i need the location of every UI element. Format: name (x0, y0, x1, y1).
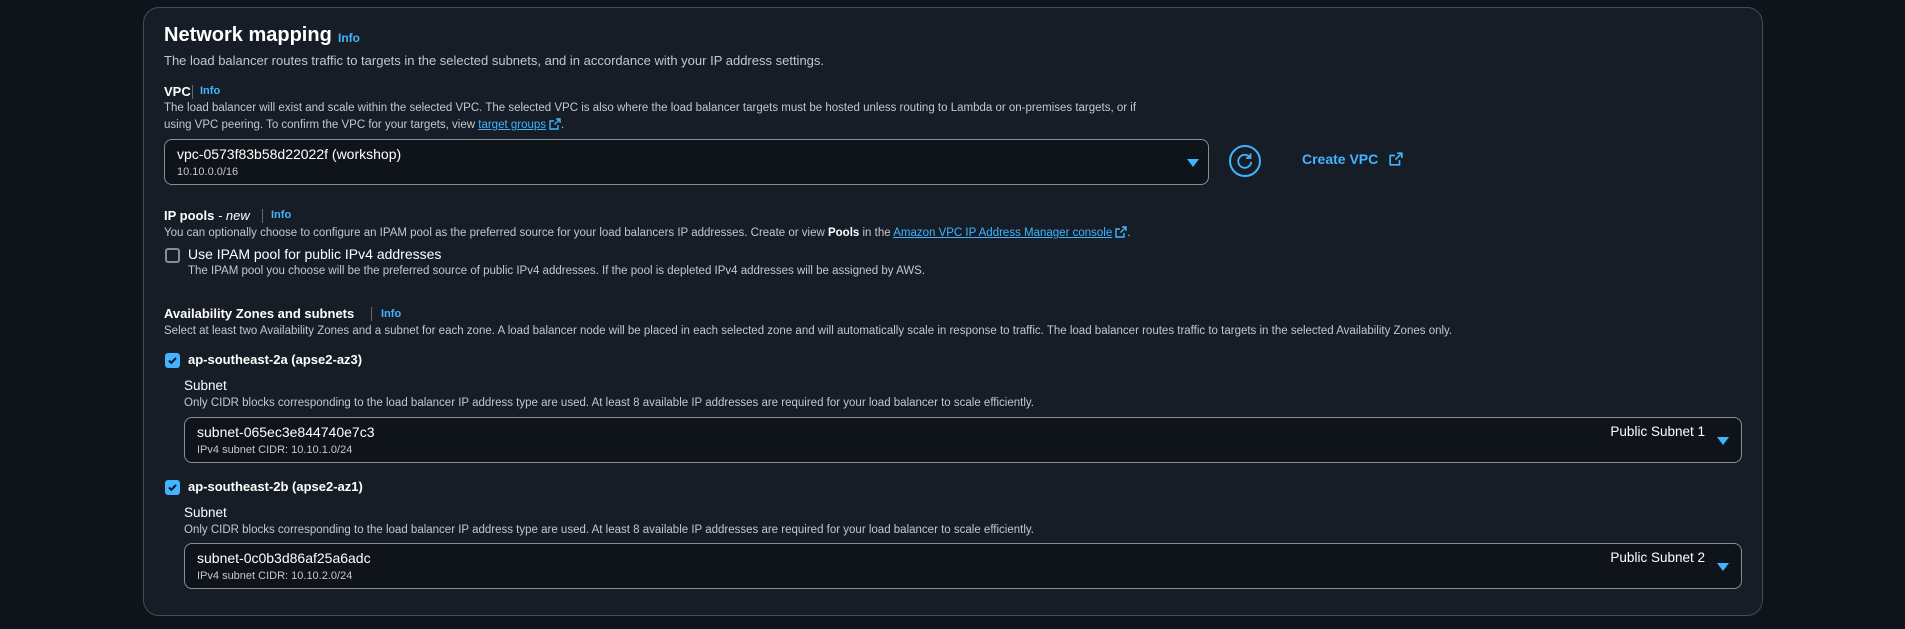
az-name-zone-1[interactable]: ap-southeast-2a (apse2-az3) (188, 352, 362, 367)
ip-pools-label-divider (262, 209, 263, 223)
chevron-down-icon (1717, 563, 1729, 571)
ipam-pool-checkbox[interactable] (165, 248, 180, 263)
chevron-down-icon (1187, 159, 1199, 167)
vpc-selected-cidr: 10.10.0.0/16 (177, 166, 239, 178)
az-name-zone-2[interactable]: ap-southeast-2b (apse2-az1) (188, 479, 363, 494)
subnet-name-zone-1: Public Subnet 1 (1610, 424, 1705, 439)
az-label: Availability Zones and subnets (164, 306, 355, 321)
vpc-label-divider (192, 85, 193, 99)
subnet-description-zone-1: Only CIDR blocks corresponding to the lo… (184, 397, 1034, 409)
subnet-description-zone-2: Only CIDR blocks corresponding to the lo… (184, 524, 1034, 536)
az-info-link[interactable]: Info (381, 308, 401, 320)
vpc-description-line-2: using VPC peering. To confirm the VPC fo… (164, 118, 564, 131)
vpc-label: VPC (164, 84, 191, 99)
ip-pools-description: You can optionally choose to configure a… (164, 226, 1130, 239)
section-description: The load balancer routes traffic to targ… (164, 53, 825, 68)
az-checkbox-zone-1[interactable] (165, 353, 180, 368)
ip-pools-label: IP pools - new (164, 208, 250, 223)
external-link-icon (1115, 226, 1127, 238)
vpc-selected-value: vpc-0573f83b58d22022f (workshop) (177, 146, 402, 162)
ipam-console-link[interactable]: Amazon VPC IP Address Manager console (893, 226, 1127, 239)
subnet-cidr-zone-1: IPv4 subnet CIDR: 10.10.1.0/24 (197, 444, 353, 456)
create-vpc-button[interactable]: Create VPC (1302, 151, 1403, 169)
ip-pools-description-mid: in the (859, 227, 894, 239)
ipam-console-link-label: Amazon VPC IP Address Manager console (893, 227, 1113, 239)
pools-emphasis: Pools (827, 227, 860, 239)
section-info-link[interactable]: Info (338, 31, 360, 45)
create-vpc-label: Create VPC (1302, 151, 1379, 167)
subnet-label-zone-2: Subnet (184, 505, 227, 520)
subnet-cidr-zone-2: IPv4 subnet CIDR: 10.10.2.0/24 (197, 570, 353, 582)
ip-pools-label-text: IP pools (164, 208, 215, 223)
refresh-vpc-button[interactable] (1229, 145, 1261, 177)
subnet-id-zone-1: subnet-065ec3e844740e7c3 (197, 424, 375, 440)
vpc-info-link[interactable]: Info (200, 85, 220, 97)
refresh-icon (1237, 153, 1253, 169)
subnet-label-zone-1: Subnet (184, 378, 227, 393)
vpc-select[interactable]: vpc-0573f83b58d22022f (workshop) 10.10.0… (164, 139, 1209, 185)
checkmark-icon (168, 357, 177, 365)
network-mapping-panel: Network mapping Info The load balancer r… (143, 7, 1763, 616)
vpc-description-suffix: . (561, 119, 565, 131)
az-label-divider (371, 307, 372, 321)
subnet-select-zone-1[interactable]: subnet-065ec3e844740e7c3 IPv4 subnet CID… (184, 417, 1742, 463)
subnet-id-zone-2: subnet-0c0b3d86af25a6adc (197, 550, 371, 566)
az-description: Select at least two Availability Zones a… (164, 325, 1453, 337)
external-link-icon (1389, 152, 1403, 166)
chevron-down-icon (1717, 437, 1729, 445)
external-link-icon (549, 118, 561, 130)
ip-pools-new-tag: - new (214, 208, 250, 223)
vpc-description-line-1: The load balancer will exist and scale w… (164, 102, 1137, 114)
target-groups-link-label: target groups (478, 119, 547, 131)
checkmark-icon (168, 484, 177, 492)
ipam-pool-checkbox-label[interactable]: Use IPAM pool for public IPv4 addresses (188, 246, 441, 262)
ip-pools-description-prefix: You can optionally choose to configure a… (164, 227, 828, 239)
subnet-name-zone-2: Public Subnet 2 (1610, 550, 1705, 565)
subnet-select-zone-2[interactable]: subnet-0c0b3d86af25a6adc IPv4 subnet CID… (184, 543, 1742, 589)
vpc-description-prefix: using VPC peering. To confirm the VPC fo… (164, 119, 479, 131)
ipam-pool-checkbox-description: The IPAM pool you choose will be the pre… (188, 265, 926, 277)
section-title: Network mapping (164, 24, 332, 46)
target-groups-link[interactable]: target groups (478, 118, 561, 131)
ip-pools-info-link[interactable]: Info (271, 209, 291, 221)
az-checkbox-zone-2[interactable] (165, 480, 180, 495)
ip-pools-description-suffix: . (1127, 227, 1131, 239)
